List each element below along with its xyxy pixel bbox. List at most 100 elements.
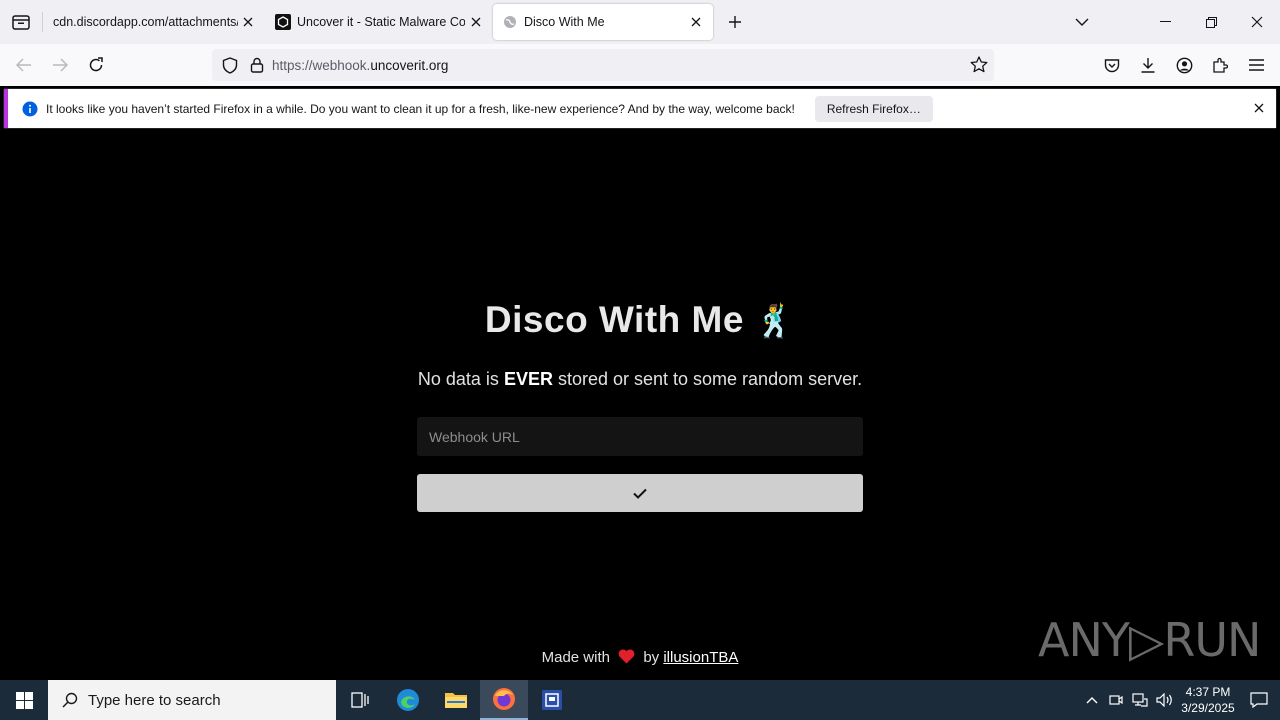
chevron-up-icon [1086, 697, 1098, 704]
reload-icon [89, 57, 103, 72]
new-tab-button[interactable] [719, 6, 751, 38]
notification-close-icon[interactable] [1254, 100, 1264, 118]
chevron-down-icon [1075, 18, 1089, 26]
app-taskbar-button[interactable] [528, 680, 576, 720]
dancer-emoji-icon: 🕺 [754, 303, 796, 339]
toolbar-right [1094, 49, 1274, 81]
shield-logo-icon [275, 14, 291, 30]
webhook-url-placeholder: Webhook URL [429, 428, 520, 445]
arrow-right-icon [53, 58, 68, 72]
navigation-toolbar: https://webhook.uncoverit.org [0, 44, 1280, 86]
tab-close-icon[interactable] [687, 13, 705, 31]
tab-uncoverit[interactable]: Uncover it - Static Malware Con [265, 4, 493, 40]
downloads-button[interactable] [1130, 49, 1166, 81]
page-content: Disco With Me 🕺 No data is EVER stored o… [0, 133, 1280, 680]
statement-emphasis: EVER [503, 369, 553, 389]
taskbar-clock[interactable]: 4:37 PM 3/29/2025 [1178, 684, 1238, 716]
arrow-left-icon [16, 58, 31, 72]
globe-icon [503, 15, 517, 29]
pocket-button[interactable] [1094, 49, 1130, 81]
page-title: Disco With Me 🕺 [0, 299, 1280, 341]
volume-button[interactable] [1152, 680, 1178, 720]
plus-icon [729, 16, 741, 28]
footer-made-with: Made with [541, 649, 610, 666]
firefox-icon [493, 688, 515, 710]
search-icon [62, 692, 78, 708]
statement-part-2: stored or sent to some random server. [552, 369, 863, 389]
search-placeholder: Type here to search [88, 691, 221, 709]
network-button[interactable] [1128, 680, 1152, 720]
folder-icon [445, 693, 467, 708]
tab-title: Uncover it - Static Malware Con [297, 15, 465, 29]
author-link[interactable]: illusionTBA [663, 649, 738, 666]
clock-time: 4:37 PM [1185, 685, 1231, 699]
puzzle-icon [1213, 57, 1228, 73]
window-controls [1142, 0, 1280, 44]
account-icon [1176, 57, 1192, 73]
restore-icon [1205, 16, 1217, 28]
info-icon [22, 101, 38, 117]
action-center-button[interactable] [1238, 680, 1280, 720]
tab-disco-with-me[interactable]: Disco With Me [493, 4, 713, 40]
speaker-icon [1156, 693, 1172, 707]
windows-logo-icon [15, 691, 33, 709]
show-hidden-icons-button[interactable] [1080, 680, 1104, 720]
download-icon [1141, 58, 1155, 73]
privacy-statement: No data is EVER stored or sent to some r… [0, 369, 1280, 390]
reload-button[interactable] [78, 49, 114, 81]
tab-title: Disco With Me [524, 15, 605, 29]
task-view-button[interactable] [336, 680, 384, 720]
notification-message: It looks like you haven’t started Firefo… [46, 101, 795, 116]
close-icon [1251, 16, 1263, 28]
system-tray: 4:37 PM 3/29/2025 [1080, 680, 1280, 720]
taskbar-search-box[interactable]: Type here to search [48, 680, 336, 720]
forward-button[interactable] [42, 49, 78, 81]
hamburger-menu-icon [1248, 59, 1264, 71]
back-button[interactable] [6, 49, 42, 81]
firefox-taskbar-button[interactable] [480, 680, 528, 720]
notification-icon [1250, 692, 1268, 708]
minimize-button[interactable] [1142, 0, 1188, 44]
list-all-tabs-button[interactable] [1066, 6, 1098, 38]
heart-icon [618, 649, 635, 664]
file-explorer-button[interactable] [432, 680, 480, 720]
bookmark-star-icon[interactable] [970, 56, 988, 73]
footer-by: by [643, 649, 660, 666]
start-button[interactable] [0, 680, 48, 720]
tab-close-icon[interactable] [467, 13, 485, 31]
task-view-icon [351, 692, 369, 708]
statement-part-1: No data is [417, 369, 504, 389]
tab-close-icon[interactable] [239, 13, 257, 31]
meet-now-button[interactable] [1104, 680, 1128, 720]
camera-icon [1109, 695, 1123, 705]
minimize-icon [1159, 21, 1171, 22]
tab-title: cdn.discordapp.com/attachments/1 [53, 15, 238, 29]
restore-button[interactable] [1188, 0, 1234, 44]
firefox-view-icon [12, 15, 30, 30]
tab-bar: cdn.discordapp.com/attachments/1 Uncover… [0, 0, 1280, 44]
pocket-icon [1104, 58, 1120, 72]
url-domain: uncoverit.org [370, 57, 449, 73]
address-bar[interactable]: https://webhook.uncoverit.org [212, 49, 994, 81]
lock-icon[interactable] [250, 57, 264, 73]
firefox-view-button[interactable] [0, 0, 42, 44]
extensions-button[interactable] [1202, 49, 1238, 81]
checkmark-icon [633, 488, 647, 499]
refresh-firefox-button[interactable]: Refresh Firefox… [814, 95, 933, 122]
network-icon [1132, 693, 1148, 707]
page-title-text: Disco With Me [484, 299, 744, 340]
url-text[interactable]: https://webhook.uncoverit.org [272, 58, 448, 73]
clock-date: 3/29/2025 [1181, 701, 1235, 715]
edge-taskbar-button[interactable] [384, 680, 432, 720]
anyrun-watermark: ANY▷RUN [1038, 613, 1261, 667]
tracking-shield-icon[interactable] [222, 56, 238, 74]
submit-button[interactable] [417, 474, 863, 512]
tab-discord-cdn[interactable]: cdn.discordapp.com/attachments/1 [43, 4, 265, 40]
webhook-url-input[interactable]: Webhook URL [417, 417, 863, 456]
app-menu-button[interactable] [1238, 49, 1274, 81]
windows-taskbar: Type here to search 4:37 PM 3/29/2025 [0, 680, 1280, 720]
app-window-icon [542, 690, 562, 710]
edge-icon [397, 689, 419, 711]
close-window-button[interactable] [1234, 0, 1280, 44]
account-button[interactable] [1166, 49, 1202, 81]
